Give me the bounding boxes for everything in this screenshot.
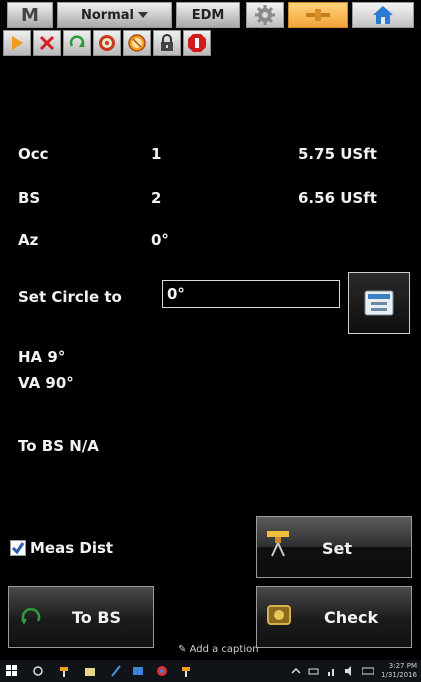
prism-check-icon (267, 605, 291, 625)
tray-chevron-icon[interactable] (290, 665, 302, 677)
to-bs-label: To BS (72, 608, 122, 627)
meas-dist-label: Meas Dist (30, 539, 114, 557)
check-label: Check (324, 608, 379, 627)
caption-hint[interactable]: ✎ Add a caption (178, 644, 259, 655)
taskbar: 3:27 PM 1/31/2016 (0, 660, 421, 682)
mode-select-value: Normal (81, 7, 134, 23)
occ-label: Occ (18, 145, 49, 163)
az-label: Az (18, 231, 39, 249)
target-button[interactable] (33, 30, 61, 56)
mode-button[interactable]: M (7, 2, 53, 28)
play-arrow-icon (12, 36, 23, 50)
keyboard-icon[interactable] (362, 665, 374, 677)
caption-text: Add a caption (189, 644, 259, 655)
instrument-button[interactable] (288, 2, 348, 28)
windows-start-icon[interactable] (6, 665, 18, 677)
survey-app-active-icon[interactable] (180, 665, 192, 677)
instrument-orange-icon (306, 9, 330, 21)
rotate-button[interactable] (63, 30, 91, 56)
volume-icon[interactable] (344, 665, 356, 677)
network-icon[interactable] (326, 665, 338, 677)
survey-app-icon[interactable] (58, 665, 70, 677)
top-toolbar: M Normal EDM (0, 0, 421, 30)
va-readout: VA 90° (18, 374, 74, 392)
prism-button[interactable] (93, 30, 121, 56)
calculator-button[interactable] (348, 272, 410, 334)
edm-label: EDM (191, 7, 225, 23)
checkmark-icon (11, 542, 25, 555)
occ-point: 1 (151, 145, 162, 163)
file-explorer-icon[interactable] (84, 665, 96, 677)
occ-height: 5.75 USft (298, 145, 377, 163)
home-button[interactable] (352, 2, 414, 28)
photos-icon[interactable] (132, 665, 144, 677)
mode-letter: M (21, 4, 39, 26)
chrome-icon[interactable] (156, 665, 168, 677)
set-circle-input[interactable] (162, 280, 340, 308)
stop-icon (188, 34, 206, 52)
feather-app-icon[interactable] (110, 665, 122, 677)
set-label: Set (322, 539, 353, 558)
clock[interactable]: 3:27 PM 1/31/2016 (381, 662, 417, 680)
check-button[interactable]: Check (256, 586, 412, 648)
chevron-down-icon (138, 12, 148, 18)
clock-time: 3:27 PM (388, 662, 417, 670)
to-bs-readout: To BS N/A (18, 437, 99, 455)
calculator-icon (364, 290, 394, 316)
to-bs-button[interactable]: To BS (8, 586, 154, 648)
play-button[interactable] (3, 30, 31, 56)
lock-button[interactable] (153, 30, 181, 56)
set-button[interactable]: Set (256, 516, 412, 578)
bs-height: 6.56 USft (298, 189, 377, 207)
prism-icon (99, 35, 115, 51)
lock-icon (161, 34, 173, 51)
tool-icon-row (0, 30, 280, 56)
home-icon (373, 6, 393, 24)
level-tripod-icon (267, 531, 289, 557)
stop-button[interactable] (183, 30, 211, 56)
search-icon[interactable] (32, 665, 44, 677)
turn-arrow-icon (21, 607, 41, 625)
meas-dist-checkbox[interactable] (10, 540, 26, 556)
battery-icon[interactable] (308, 665, 320, 677)
az-value: 0° (151, 231, 169, 249)
pencil-icon: ✎ (178, 644, 187, 655)
bs-label: BS (18, 189, 41, 207)
edm-button[interactable]: EDM (176, 2, 240, 28)
compass-icon (128, 34, 146, 52)
rotate-icon (69, 35, 85, 47)
settings-gear-icon (255, 5, 275, 25)
set-circle-label: Set Circle to (18, 288, 122, 306)
settings-button[interactable] (246, 2, 284, 28)
ha-readout: HA 9° (18, 348, 66, 366)
bs-point: 2 (151, 189, 162, 207)
mode-select[interactable]: Normal (57, 2, 172, 28)
clock-date: 1/31/2016 (381, 671, 417, 679)
compass-button[interactable] (123, 30, 151, 56)
target-icon (39, 35, 55, 51)
